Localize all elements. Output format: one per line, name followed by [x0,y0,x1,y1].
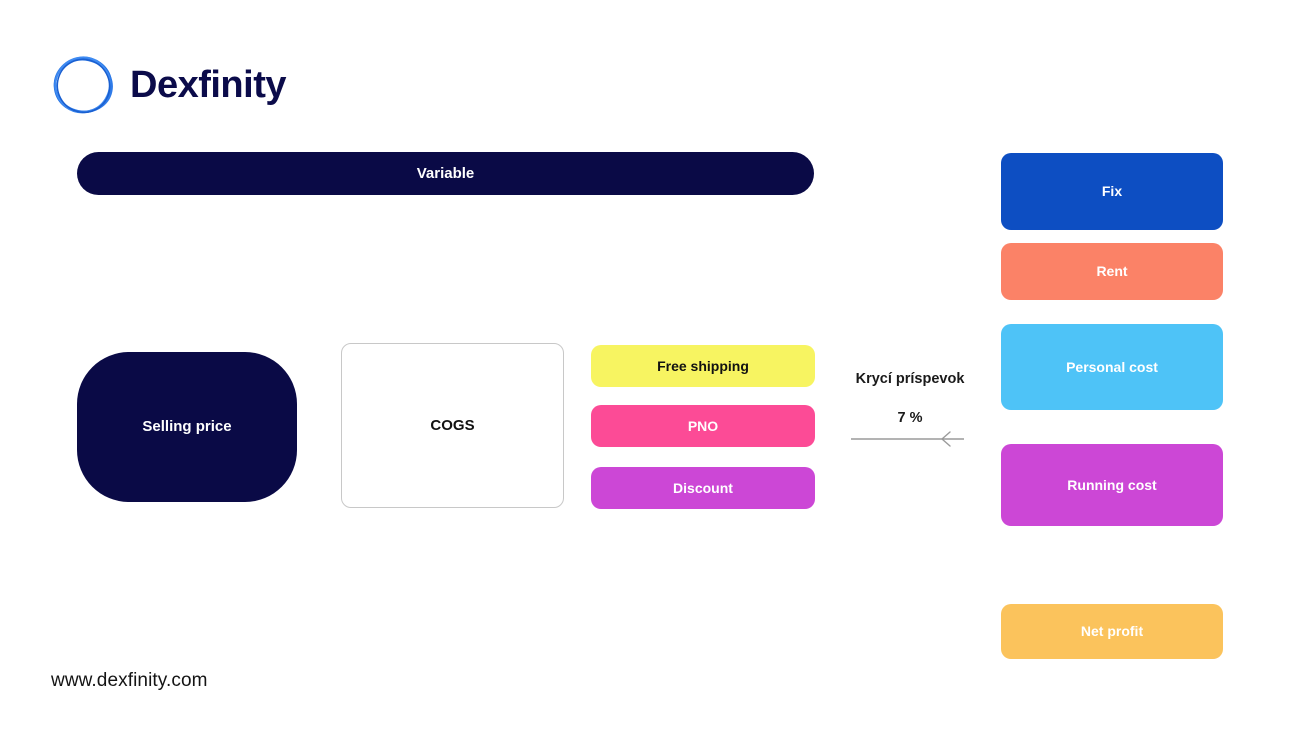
footer-website-url: www.dexfinity.com [51,670,208,691]
brand-name: Dexfinity [130,64,286,106]
fixed-item-net-profit[interactable]: Net profit [1001,604,1223,659]
variable-item-discount[interactable]: Discount [591,467,815,509]
contribution-margin-label: Krycí príspevok [855,371,965,387]
fixed-item-fix[interactable]: Fix [1001,153,1223,230]
variable-group-bar[interactable]: Variable [77,152,814,195]
selling-price-node[interactable]: Selling price [77,352,297,502]
fixed-item-running-cost[interactable]: Running cost [1001,444,1223,526]
fixed-item-personal-cost[interactable]: Personal cost [1001,324,1223,410]
variable-item-free-shipping[interactable]: Free shipping [591,345,815,387]
sketch-circle-icon [53,56,113,114]
cogs-node[interactable]: COGS [341,343,564,508]
fixed-item-rent[interactable]: Rent [1001,243,1223,300]
slide-canvas: Dexfinity Variable Selling price COGS Fr… [0,0,1300,746]
brand-logo: Dexfinity [50,52,286,118]
contribution-margin-value: 7 % [897,410,923,427]
left-arrow-icon [851,431,964,447]
contribution-margin-annotation: Krycí príspevok 7 % [840,371,980,428]
variable-item-pno[interactable]: PNO [591,405,815,447]
